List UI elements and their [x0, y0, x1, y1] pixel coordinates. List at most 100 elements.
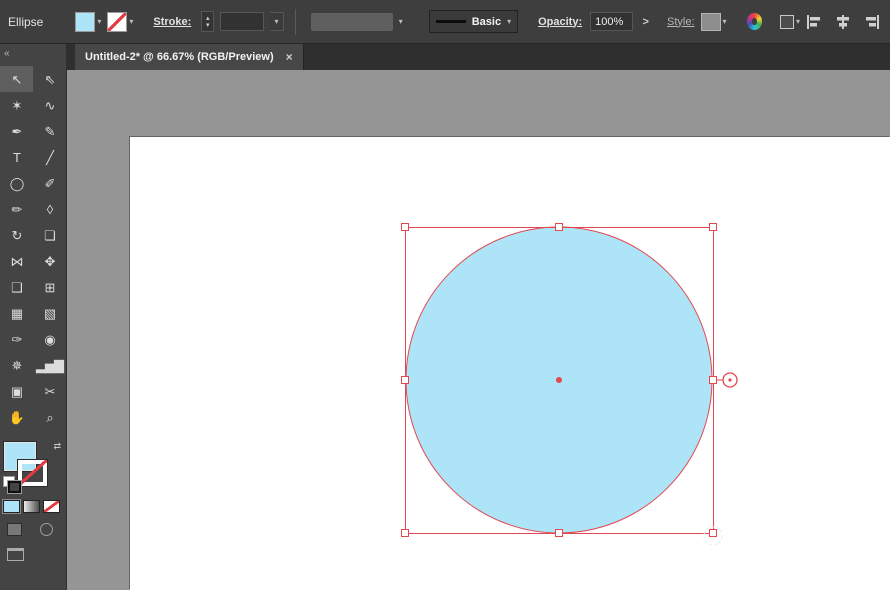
opacity-panel-chevron[interactable]: >	[643, 16, 649, 28]
hand-tool[interactable]: ✋	[0, 404, 33, 430]
chevron-down-icon[interactable]: ▾	[723, 17, 727, 26]
curvature-tool[interactable]: ✎	[33, 118, 66, 144]
perspective-grid-tool-icon: ⊞	[44, 279, 56, 295]
magic-wand-tool[interactable]: ✶	[0, 92, 33, 118]
style-label[interactable]: Style:	[667, 16, 695, 28]
lasso-tool-icon: ∿	[44, 97, 56, 113]
step-up-icon[interactable]: ▴	[206, 15, 210, 22]
type-tool-icon: T	[13, 149, 21, 165]
chevron-down-icon: ▾	[274, 16, 279, 26]
screen-mode-button[interactable]	[0, 536, 66, 561]
color-button[interactable]	[2, 499, 21, 514]
column-graph-tool[interactable]: ▂▅▇	[33, 352, 66, 378]
paintbrush-tool[interactable]: ✐	[33, 170, 66, 196]
stroke-label[interactable]: Stroke:	[153, 16, 191, 28]
tab-close-button[interactable]: ×	[286, 50, 293, 64]
mesh-tool-icon: ▦	[10, 305, 23, 321]
opacity-label[interactable]: Opacity:	[538, 16, 582, 28]
eraser-tool[interactable]: ◊	[33, 196, 66, 222]
symbol-sprayer-tool[interactable]: ✵	[0, 352, 33, 378]
shape-builder-tool-icon: ❑	[11, 279, 23, 295]
gradient-tool[interactable]: ▧	[33, 300, 66, 326]
scale-tool[interactable]: ❏	[33, 222, 66, 248]
collapse-icon: «	[4, 48, 10, 59]
ellipse-tool[interactable]: ◯	[0, 170, 33, 196]
artboard[interactable]	[130, 137, 890, 590]
drawing-mode-buttons	[0, 513, 66, 536]
transform-icon	[780, 14, 794, 29]
tool-context-label: Ellipse	[8, 14, 44, 29]
stroke-weight-stepper[interactable]: ▴ ▾	[201, 11, 215, 32]
pencil-tool-icon: ✏	[11, 201, 23, 217]
zoom-tool-icon: ⌕	[46, 409, 53, 425]
slice-tool[interactable]: ✂	[33, 378, 66, 404]
align-right-icon[interactable]	[864, 14, 880, 30]
blend-tool[interactable]: ◉	[33, 326, 66, 352]
zoom-tool[interactable]: ⌕	[33, 404, 66, 430]
gradient-button[interactable]	[23, 500, 40, 513]
default-stroke-mini[interactable]	[8, 481, 21, 493]
stroke-proxy[interactable]	[18, 460, 47, 486]
stroke-none-swatch[interactable]	[107, 11, 128, 32]
transform-menu[interactable]: ▾	[780, 14, 801, 29]
canvas-area[interactable]	[67, 70, 890, 590]
stroke-weight-dropdown[interactable]	[220, 12, 265, 31]
mesh-tool[interactable]: ▦	[0, 300, 33, 326]
free-transform-tool-icon: ✥	[44, 253, 56, 269]
style-swatch[interactable]	[700, 12, 721, 31]
selection-tool-icon: ↖	[11, 71, 23, 87]
align-center-icon[interactable]	[835, 14, 851, 30]
tools-panel: « ↖ ⇖ ✶ ∿ ✒ ✎ T ╱ ◯ ✐ ✏ ◊ ↻ ❏ ⋈ ✥ ❑ ⊞ ▦ ▧ ✑ ◉ ✵ ▂▅▇ ▣ ✂ ✋ ⌕ ⇄	[0, 44, 67, 590]
symbol-sprayer-tool-icon: ✵	[11, 357, 23, 373]
chevron-down-icon: ▾	[796, 16, 801, 26]
step-down-icon[interactable]: ▾	[206, 22, 210, 29]
stroke-weight-dropdown-chevron[interactable]: ▾	[270, 12, 284, 31]
variable-width-profile-dropdown[interactable]: Basic ▾	[428, 10, 519, 33]
perspective-grid-tool[interactable]: ⊞	[33, 274, 66, 300]
opacity-input[interactable]: 100%	[590, 12, 633, 31]
draw-inside-button[interactable]	[40, 523, 53, 536]
shape-builder-tool[interactable]: ❑	[0, 274, 33, 300]
line-segment-tool-icon: ╱	[46, 149, 54, 165]
magic-wand-tool-icon: ✶	[11, 97, 23, 113]
opacity-value: 100%	[595, 15, 624, 28]
document-tab-title: Untitled-2* @ 66.67% (RGB/Preview)	[85, 51, 274, 63]
lasso-tool[interactable]: ∿	[33, 92, 66, 118]
column-graph-tool-icon: ▂▅▇	[36, 357, 64, 373]
brush-definition-dropdown[interactable]	[310, 12, 393, 31]
fill-swatch[interactable]	[75, 11, 96, 32]
ellipse-tool-icon: ◯	[9, 175, 25, 191]
none-button[interactable]	[43, 500, 60, 513]
type-tool[interactable]: T	[0, 144, 33, 170]
slice-tool-icon: ✂	[44, 383, 56, 399]
fill-color-control[interactable]: ▾	[75, 11, 101, 32]
direct-selection-tool[interactable]: ⇖	[33, 66, 66, 92]
gradient-tool-icon: ▧	[43, 305, 56, 321]
chevron-down-icon[interactable]: ▾	[399, 17, 403, 26]
free-transform-tool[interactable]: ✥	[33, 248, 66, 274]
selection-tool[interactable]: ↖	[0, 66, 33, 92]
swap-fill-stroke-icon[interactable]: ⇄	[53, 441, 61, 452]
draw-normal-button[interactable]	[7, 523, 22, 536]
scale-tool-icon: ❏	[44, 227, 56, 243]
graphic-style-dropdown[interactable]: ▾	[700, 12, 727, 31]
width-tool-icon: ⋈	[10, 253, 24, 269]
control-bar: Ellipse ▾ ▾ Stroke: ▴ ▾ ▾ ▾ Basic ▾ Opac…	[0, 0, 890, 44]
pen-tool[interactable]: ✒	[0, 118, 33, 144]
recolor-artwork-icon[interactable]	[746, 13, 762, 30]
line-segment-tool[interactable]: ╱	[33, 144, 66, 170]
artboard-tool[interactable]: ▣	[0, 378, 33, 404]
rotate-tool[interactable]: ↻	[0, 222, 33, 248]
panel-collapse-button[interactable]: «	[0, 44, 66, 64]
chevron-down-icon[interactable]: ▾	[97, 17, 101, 26]
stroke-color-control[interactable]: ▾	[107, 11, 133, 32]
eyedropper-tool[interactable]: ✑	[0, 326, 33, 352]
rotate-tool-icon: ↻	[11, 227, 23, 243]
align-left-icon[interactable]	[806, 14, 822, 30]
pencil-tool[interactable]: ✏	[0, 196, 33, 222]
tools-grid: ↖ ⇖ ✶ ∿ ✒ ✎ T ╱ ◯ ✐ ✏ ◊ ↻ ❏ ⋈ ✥ ❑ ⊞ ▦ ▧ ✑ ◉ ✵ ▂▅▇ ▣ ✂ ✋ ⌕	[0, 66, 66, 430]
width-tool[interactable]: ⋈	[0, 248, 33, 274]
chevron-down-icon[interactable]: ▾	[129, 17, 133, 26]
document-tab[interactable]: Untitled-2* @ 66.67% (RGB/Preview) ×	[75, 44, 304, 70]
screen-mode-icon	[7, 548, 24, 561]
